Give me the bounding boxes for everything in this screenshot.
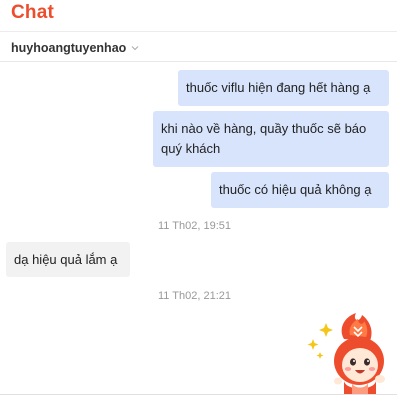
chat-window: Chat huyhoangtuyenhao thuốc viflu hiện đ… (0, 0, 397, 397)
outgoing-message-bubble: thuốc có hiệu quả không ạ (211, 172, 389, 208)
shopee-mascot-icon[interactable] (304, 311, 396, 395)
outgoing-message-bubble: thuốc viflu hiện đang hết hàng ạ (178, 70, 389, 106)
message-timestamp: 11 Th02, 21:21 (158, 290, 231, 302)
message-timestamp: 11 Th02, 19:51 (158, 220, 231, 232)
incoming-message-bubble: dạ hiệu quả lắm ạ (6, 242, 130, 277)
header-divider (0, 61, 397, 62)
contact-selector[interactable]: huyhoangtuyenhao (11, 39, 139, 57)
chevron-down-icon (131, 45, 139, 51)
footer-divider (0, 394, 397, 395)
title-divider (0, 31, 397, 32)
contact-name: huyhoangtuyenhao (11, 41, 127, 55)
outgoing-message-bubble: khi nào về hàng, quầy thuốc sẽ báo quý k… (153, 111, 389, 167)
chat-title[interactable]: Chat (11, 2, 54, 24)
